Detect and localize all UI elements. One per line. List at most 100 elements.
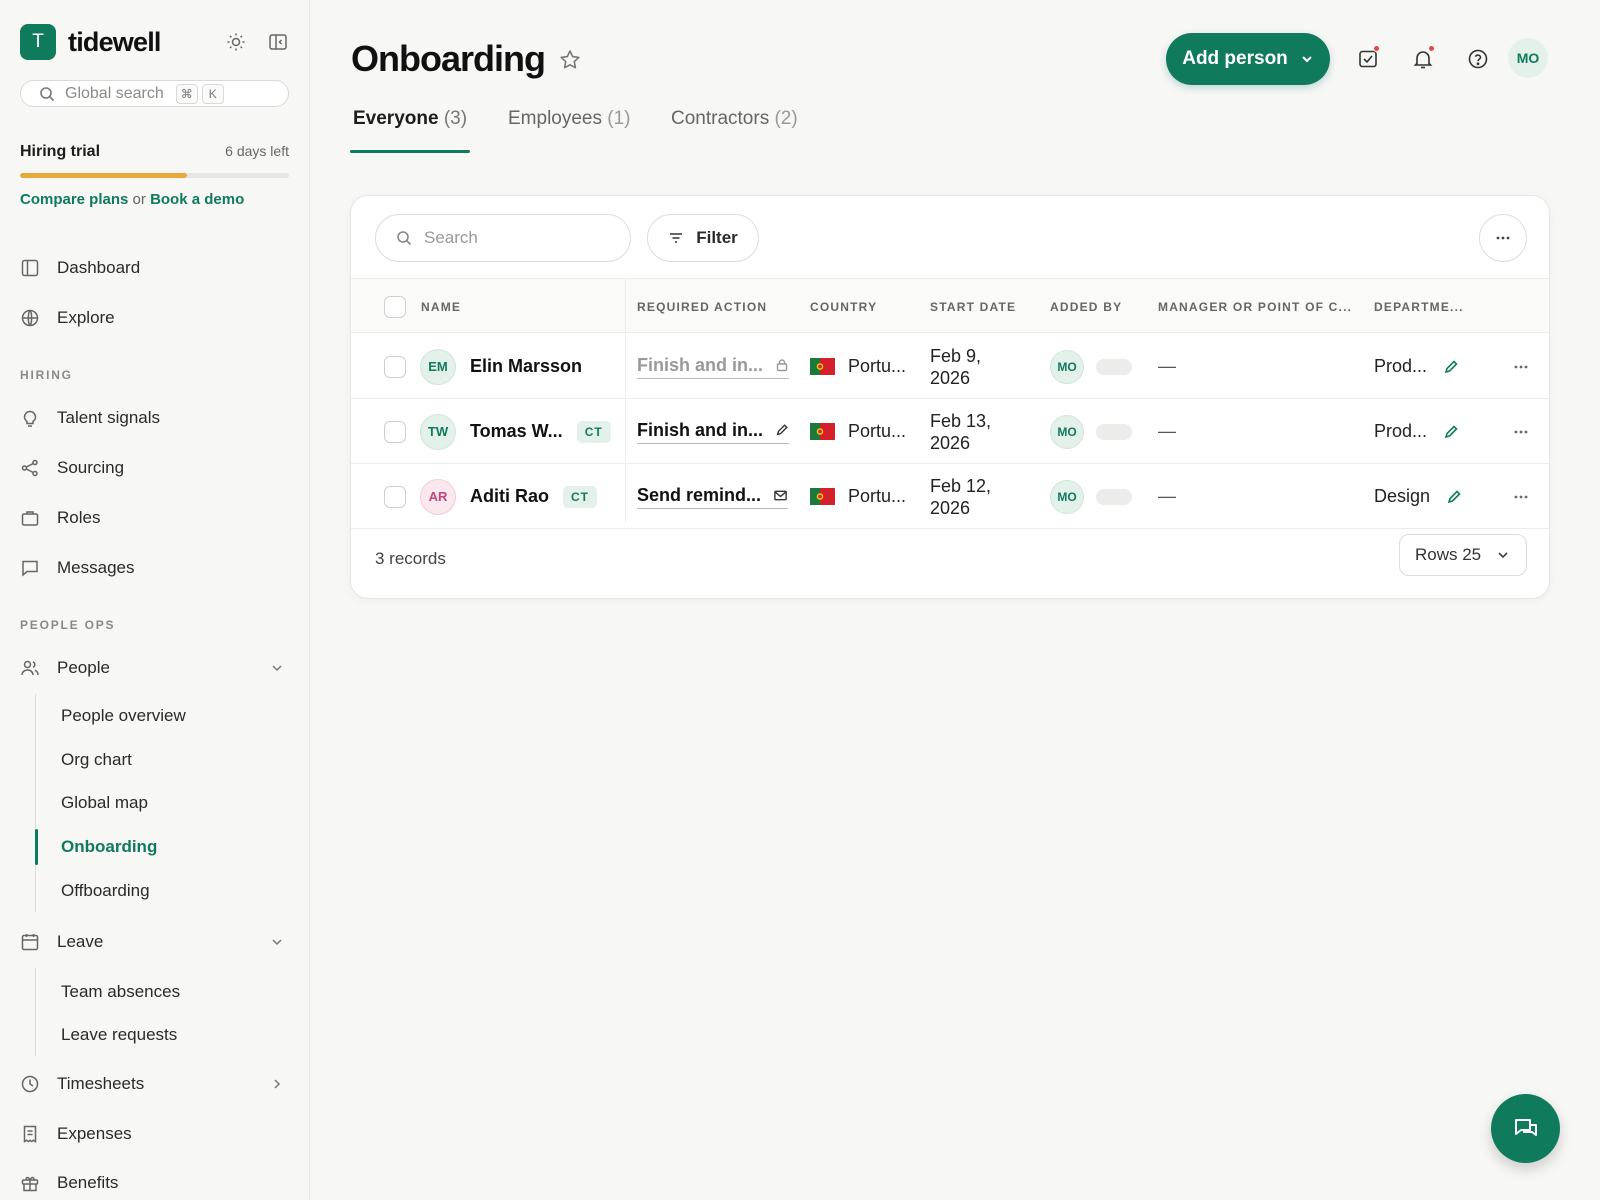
- sidebar-item-people-overview[interactable]: People overview: [36, 700, 276, 732]
- column-header-start-date[interactable]: START DATE: [930, 279, 1016, 334]
- row-checkbox[interactable]: [384, 464, 406, 529]
- row-more-icon[interactable]: [1512, 334, 1530, 399]
- tab-employees[interactable]: Employees (1): [508, 108, 631, 153]
- rows-per-page-select[interactable]: Rows 25: [1399, 534, 1527, 576]
- required-action-link[interactable]: Finish and in...: [637, 355, 789, 379]
- start-date-line2: 2026: [930, 432, 971, 453]
- bell-icon[interactable]: [1409, 45, 1437, 73]
- table-more-options-icon[interactable]: [1479, 214, 1527, 262]
- favorite-star-icon[interactable]: [558, 48, 582, 72]
- sidebar-item-global-map[interactable]: Global map: [36, 787, 276, 819]
- start-date-cell: Feb 9, 2026: [930, 334, 981, 399]
- table-row[interactable]: AR Aditi Rao CT Send remind... Portu... …: [351, 464, 1549, 529]
- chat-support-button[interactable]: [1491, 1094, 1560, 1163]
- row-checkbox[interactable]: [384, 399, 406, 464]
- sidebar-tools: [224, 30, 290, 54]
- added-by-avatar[interactable]: MO: [1050, 349, 1084, 384]
- table-search-input[interactable]: Search: [375, 214, 631, 262]
- tab-label: Everyone: [353, 108, 439, 129]
- start-date-line2: 2026: [930, 367, 971, 388]
- sidebar-item-org-chart[interactable]: Org chart: [36, 744, 276, 776]
- country-cell: Portu...: [810, 464, 906, 529]
- row-more-icon[interactable]: [1512, 464, 1530, 529]
- column-header-department[interactable]: DEPARTME...: [1374, 279, 1464, 334]
- person-cell: AR Aditi Rao CT: [420, 464, 597, 529]
- add-person-button[interactable]: Add person: [1166, 33, 1330, 85]
- sidebar-item-leave-requests[interactable]: Leave requests: [36, 1019, 276, 1051]
- contractor-badge: CT: [576, 420, 611, 443]
- tab-count: (1): [607, 108, 631, 129]
- column-header-added-by[interactable]: ADDED BY: [1050, 279, 1122, 334]
- edit-pencil-icon[interactable]: [1443, 359, 1459, 375]
- sidebar-item-people[interactable]: People: [20, 650, 290, 686]
- filter-button[interactable]: Filter: [647, 214, 759, 262]
- brand-row: T tidewell: [20, 22, 290, 62]
- sidebar-item-messages[interactable]: Messages: [20, 550, 290, 586]
- start-date-cell: Feb 13, 2026: [930, 399, 991, 464]
- global-search-input[interactable]: Global search ⌘ K: [20, 80, 289, 107]
- sidebar-item-team-absences[interactable]: Team absences: [36, 976, 276, 1008]
- chevron-down-icon[interactable]: [270, 935, 284, 949]
- required-action-cell: Finish and in...: [637, 399, 789, 464]
- sidebar-item-benefits[interactable]: Benefits: [20, 1165, 290, 1200]
- tab-count: (2): [774, 108, 798, 129]
- table-row[interactable]: EM Elin Marsson Finish and in... Portu..…: [351, 334, 1549, 399]
- help-icon[interactable]: [1464, 45, 1492, 73]
- required-action-link[interactable]: Send remind...: [637, 485, 789, 509]
- sidebar-item-talent-signals[interactable]: Talent signals: [20, 400, 290, 436]
- edit-pencil-icon[interactable]: [1443, 424, 1459, 440]
- column-header-country[interactable]: COUNTRY: [810, 279, 877, 334]
- tab-contractors[interactable]: Contractors (2): [671, 108, 798, 153]
- row-more-icon[interactable]: [1512, 399, 1530, 464]
- chevron-right-icon[interactable]: [270, 1077, 284, 1091]
- avatar: AR: [420, 478, 456, 515]
- sidebar-item-explore[interactable]: Explore: [20, 300, 290, 336]
- required-action-link[interactable]: Finish and in...: [637, 420, 789, 444]
- row-checkbox[interactable]: [384, 334, 406, 399]
- add-person-label: Add person: [1182, 48, 1288, 69]
- user-avatar[interactable]: MO: [1508, 38, 1548, 78]
- column-header-manager[interactable]: MANAGER OR POINT OF C...: [1158, 279, 1352, 334]
- person-name[interactable]: Elin Marsson: [470, 356, 582, 377]
- person-name[interactable]: Aditi Rao: [470, 486, 549, 507]
- compare-plans-link[interactable]: Compare plans: [20, 191, 128, 208]
- column-header-required-action[interactable]: REQUIRED ACTION: [637, 279, 767, 334]
- sidebar-item-label: Timesheets: [57, 1074, 145, 1093]
- added-by-avatar[interactable]: MO: [1050, 479, 1084, 514]
- pencil-icon: [775, 423, 789, 437]
- manager-cell: —: [1158, 464, 1176, 529]
- country-name: Portu...: [848, 421, 907, 441]
- table-row[interactable]: TW Tomas W... CT Finish and in... Portu.…: [351, 399, 1549, 464]
- country-name: Portu...: [848, 486, 907, 506]
- country-cell: Portu...: [810, 334, 906, 399]
- chevron-down-icon: [1300, 52, 1314, 66]
- sidebar-item-onboarding[interactable]: Onboarding: [35, 829, 276, 865]
- brand-name[interactable]: tidewell: [68, 27, 161, 58]
- sidebar-item-offboarding[interactable]: Offboarding: [36, 875, 276, 907]
- edit-pencil-icon[interactable]: [1446, 489, 1462, 505]
- tab-everyone[interactable]: Everyone (3): [349, 108, 471, 153]
- theme-toggle-sun-icon[interactable]: [224, 30, 248, 54]
- start-date-line1: Feb 13,: [930, 410, 992, 431]
- department-cell: Prod...: [1374, 334, 1459, 399]
- required-action-cell: Finish and in...: [637, 334, 789, 399]
- tasks-checkbox-icon[interactable]: [1354, 45, 1382, 73]
- sidebar-item-sourcing[interactable]: Sourcing: [20, 450, 290, 486]
- sidebar-item-timesheets[interactable]: Timesheets: [20, 1066, 290, 1102]
- person-name[interactable]: Tomas W...: [470, 421, 563, 442]
- added-by-avatar[interactable]: MO: [1050, 414, 1084, 449]
- sidebar-item-leave[interactable]: Leave: [20, 924, 290, 960]
- select-all-checkbox[interactable]: [384, 279, 406, 334]
- book-demo-link[interactable]: Book a demo: [150, 191, 244, 208]
- trial-title: Hiring trial: [20, 143, 101, 160]
- chevron-down-icon[interactable]: [270, 661, 284, 675]
- sidebar: T tidewell Global search ⌘ K Hiring tria…: [0, 0, 310, 1200]
- collapse-sidebar-icon[interactable]: [266, 30, 290, 54]
- column-header-name[interactable]: NAME: [421, 279, 461, 334]
- sidebar-item-dashboard[interactable]: Dashboard: [20, 250, 290, 286]
- trial-progress-bar: [20, 173, 289, 178]
- required-action-cell: Send remind...: [637, 464, 789, 529]
- sidebar-item-roles[interactable]: Roles: [20, 500, 290, 536]
- sidebar-item-expenses[interactable]: Expenses: [20, 1116, 290, 1152]
- brand-logo-mark[interactable]: T: [20, 24, 56, 60]
